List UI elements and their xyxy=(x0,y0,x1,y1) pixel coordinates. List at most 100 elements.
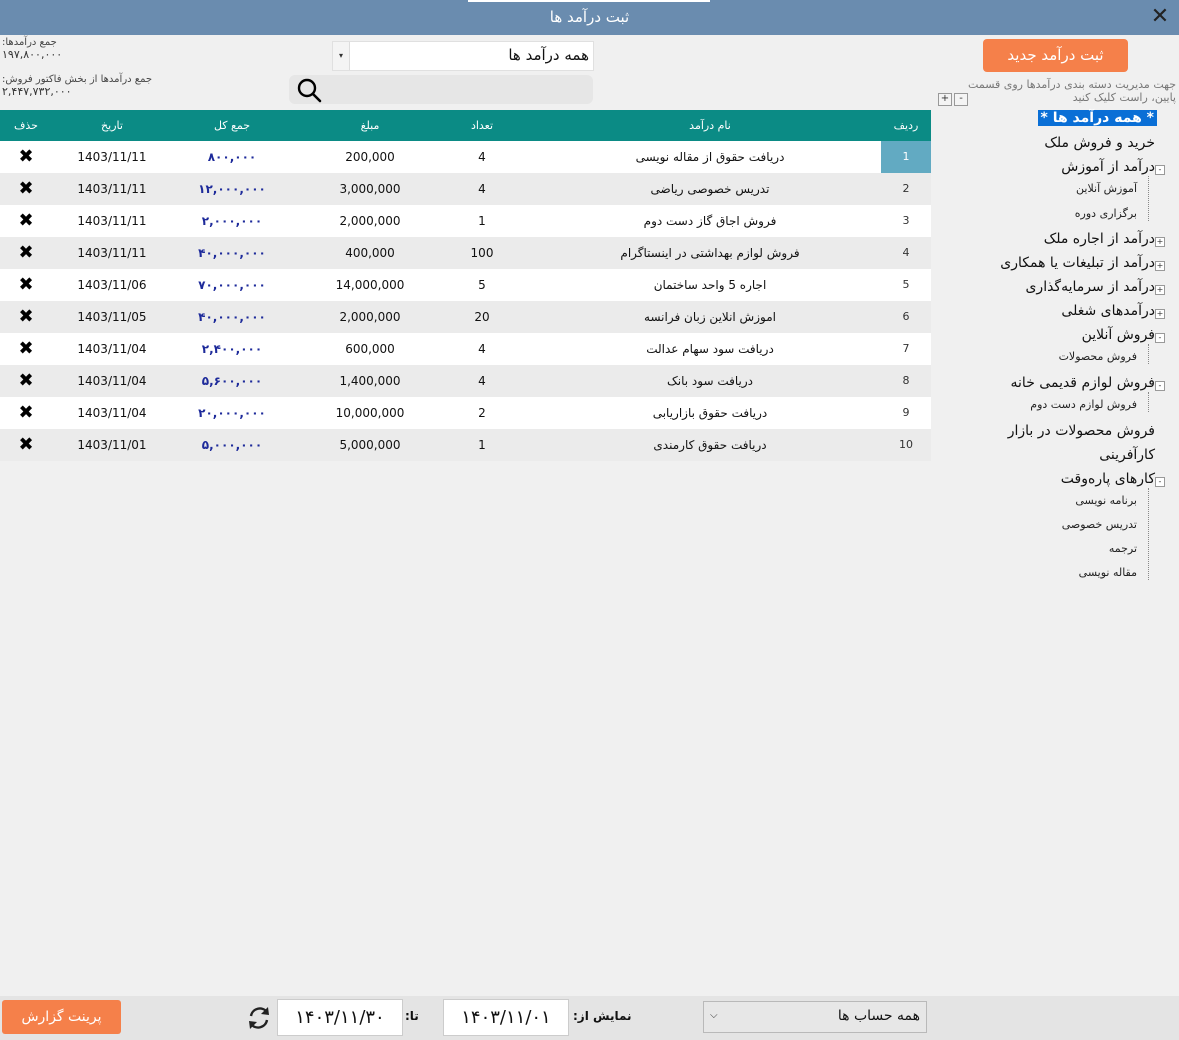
row-date: 1403/11/11 xyxy=(77,214,147,228)
expand-icon[interactable]: + xyxy=(1155,237,1165,247)
delete-icon[interactable]: ✖ xyxy=(0,274,52,295)
tree-child[interactable]: فروش لوازم دست دوم xyxy=(1030,398,1137,411)
table-row[interactable]: ✖ 1403/11/04 ۲,۴۰۰,۰۰۰ 600,000 4 دریافت … xyxy=(0,333,931,365)
delete-icon[interactable]: ✖ xyxy=(0,402,52,423)
row-date: 1403/11/06 xyxy=(77,278,147,292)
row-count: 100 xyxy=(470,246,494,260)
delete-icon[interactable]: ✖ xyxy=(0,434,52,455)
category-tree: * همه درآمد ها * خرید و فروش ملک - درآمد… xyxy=(936,108,1179,608)
collapse-all-button[interactable]: - xyxy=(954,93,968,106)
collapse-icon[interactable]: - xyxy=(1155,477,1165,487)
row-number: 8 xyxy=(902,374,910,387)
close-icon[interactable]: ✕ xyxy=(1147,4,1173,30)
expand-icon[interactable]: + xyxy=(1155,285,1165,295)
row-amount: 2,000,000 xyxy=(339,214,401,228)
collapse-icon[interactable]: - xyxy=(1155,165,1165,175)
row-total: ۷۰,۰۰۰,۰۰۰ xyxy=(198,278,266,292)
tree-child[interactable]: مقاله نویسی xyxy=(1079,566,1137,579)
table-row[interactable]: ✖ 1403/11/04 ۲۰,۰۰۰,۰۰۰ 10,000,000 2 دری… xyxy=(0,397,931,429)
table-row[interactable]: ✖ 1403/11/01 ۵,۰۰۰,۰۰۰ 5,000,000 1 دریاف… xyxy=(0,429,931,461)
tree-node[interactable]: درآمد از سرمایه‌گذاری xyxy=(1025,279,1155,295)
row-amount: 14,000,000 xyxy=(335,278,405,292)
table-row[interactable]: ✖ 1403/11/05 ۴۰,۰۰۰,۰۰۰ 2,000,000 20 امو… xyxy=(0,301,931,333)
row-number: 6 xyxy=(902,310,910,323)
row-count: 1 xyxy=(478,214,486,228)
table-row[interactable]: ✖ 1403/11/11 ۱۲,۰۰۰,۰۰۰ 3,000,000 4 تدری… xyxy=(0,173,931,205)
bottom-toolbar: پرینت گزارش ۱۴۰۳/۱۱/۳۰ تا: ۱۴۰۳/۱۱/۰۱ نم… xyxy=(0,996,1179,1040)
refresh-icon[interactable] xyxy=(245,1004,273,1032)
expand-icon[interactable]: + xyxy=(1155,309,1165,319)
tree-child[interactable]: ترجمه xyxy=(1109,542,1137,555)
account-select[interactable]: ⌵ همه حساب ها xyxy=(703,1001,927,1033)
search-input[interactable] xyxy=(331,78,590,101)
to-date-input[interactable]: ۱۴۰۳/۱۱/۳۰ xyxy=(277,999,403,1036)
to-date-label: تا: xyxy=(405,1009,419,1023)
row-date: 1403/11/01 xyxy=(77,438,147,452)
header-count: تعداد xyxy=(470,119,494,132)
dropdown-arrow-icon[interactable]: ▾ xyxy=(333,42,350,70)
tree-guide-line xyxy=(1148,488,1149,580)
table-row[interactable]: ✖ 1403/11/04 ۵,۶۰۰,۰۰۰ 1,400,000 4 دریاف… xyxy=(0,365,931,397)
row-total: ۸۰۰,۰۰۰ xyxy=(207,150,257,164)
delete-icon[interactable]: ✖ xyxy=(0,210,52,231)
income-filter-value: همه درآمد ها xyxy=(508,46,589,64)
tree-child[interactable]: آموزش آنلاین xyxy=(1076,182,1137,195)
delete-icon[interactable]: ✖ xyxy=(0,242,52,263)
delete-icon[interactable]: ✖ xyxy=(0,146,52,167)
header-delete: حذف xyxy=(14,119,38,132)
table-header: حذف تاریخ جمع کل مبلغ تعداد نام درآمد رد… xyxy=(0,110,931,141)
table-row[interactable]: ✖ 1403/11/11 ۸۰۰,۰۰۰ 200,000 4 دریافت حق… xyxy=(0,141,931,173)
row-count: 1 xyxy=(478,438,486,452)
delete-icon[interactable]: ✖ xyxy=(0,370,52,391)
row-name: فروش اجاق گاز دست دوم xyxy=(643,214,777,228)
row-total: ۴۰,۰۰۰,۰۰۰ xyxy=(198,246,266,260)
row-total: ۲۰,۰۰۰,۰۰۰ xyxy=(198,406,266,420)
expand-icon[interactable]: + xyxy=(1155,261,1165,271)
expand-all-button[interactable]: + xyxy=(938,93,952,106)
row-name: تدریس خصوصی ریاضی xyxy=(650,182,770,196)
print-report-button[interactable]: پرینت گزارش xyxy=(2,1000,121,1034)
table-row[interactable]: ✖ 1403/11/11 ۴۰,۰۰۰,۰۰۰ 400,000 100 فروش… xyxy=(0,237,931,269)
tree-node-all[interactable]: * همه درآمد ها * xyxy=(1037,110,1157,126)
tree-node[interactable]: درآمدهای شغلی xyxy=(1061,303,1155,319)
delete-icon[interactable]: ✖ xyxy=(0,338,52,359)
row-total: ۵,۰۰۰,۰۰۰ xyxy=(201,438,263,452)
collapse-icon[interactable]: - xyxy=(1155,381,1165,391)
new-income-button[interactable]: ثبت درآمد جدید xyxy=(983,39,1128,72)
row-count: 4 xyxy=(478,150,486,164)
delete-icon[interactable]: ✖ xyxy=(0,178,52,199)
tree-child[interactable]: فروش محصولات xyxy=(1059,350,1137,363)
row-amount: 5,000,000 xyxy=(339,438,401,452)
row-amount: 600,000 xyxy=(345,342,395,356)
tree-child[interactable]: برنامه نویسی xyxy=(1075,494,1137,507)
tree-node[interactable]: فروش لوازم قدیمی خانه xyxy=(1011,375,1155,391)
income-filter-select[interactable]: ▾ همه درآمد ها xyxy=(332,41,594,71)
tree-node[interactable]: فروش آنلاین xyxy=(1082,327,1155,343)
tree-node[interactable]: کارآفرینی xyxy=(1099,447,1155,463)
tree-node[interactable]: درآمد از تبلیغات یا همکاری xyxy=(1000,255,1155,271)
row-name: دریافت سود سهام عدالت xyxy=(646,342,774,356)
row-number: 5 xyxy=(902,278,910,291)
row-date: 1403/11/04 xyxy=(77,374,147,388)
chevron-down-icon[interactable]: ⌵ xyxy=(710,1010,718,1021)
table-row[interactable]: ✖ 1403/11/06 ۷۰,۰۰۰,۰۰۰ 14,000,000 5 اجا… xyxy=(0,269,931,301)
total-income-label: جمع درآمدها: xyxy=(2,37,57,48)
row-name: فروش لوازم بهداشتی در اینستاگرام xyxy=(620,246,800,260)
tree-node[interactable]: درآمد از آموزش xyxy=(1061,159,1155,175)
row-amount: 200,000 xyxy=(345,150,395,164)
tree-node[interactable]: فروش محصولات در بازار xyxy=(1008,423,1155,439)
row-date: 1403/11/04 xyxy=(77,342,147,356)
collapse-icon[interactable]: - xyxy=(1155,333,1165,343)
tree-child[interactable]: تدریس خصوصی xyxy=(1062,518,1137,531)
table-row[interactable]: ✖ 1403/11/11 ۲,۰۰۰,۰۰۰ 2,000,000 1 فروش … xyxy=(0,205,931,237)
row-total: ۲,۴۰۰,۰۰۰ xyxy=(201,342,263,356)
tree-node[interactable]: درآمد از اجاره ملک xyxy=(1044,231,1155,247)
delete-icon[interactable]: ✖ xyxy=(0,306,52,327)
tree-child[interactable]: برگزاری دوره xyxy=(1075,207,1137,220)
tree-node[interactable]: خرید و فروش ملک xyxy=(1044,135,1155,151)
row-amount: 2,000,000 xyxy=(339,310,401,324)
tree-node[interactable]: کارهای پاره‌وقت xyxy=(1061,471,1155,487)
from-date-input[interactable]: ۱۴۰۳/۱۱/۰۱ xyxy=(443,999,569,1036)
row-name: دریافت سود بانک xyxy=(667,374,753,388)
search-icon[interactable] xyxy=(295,77,323,103)
